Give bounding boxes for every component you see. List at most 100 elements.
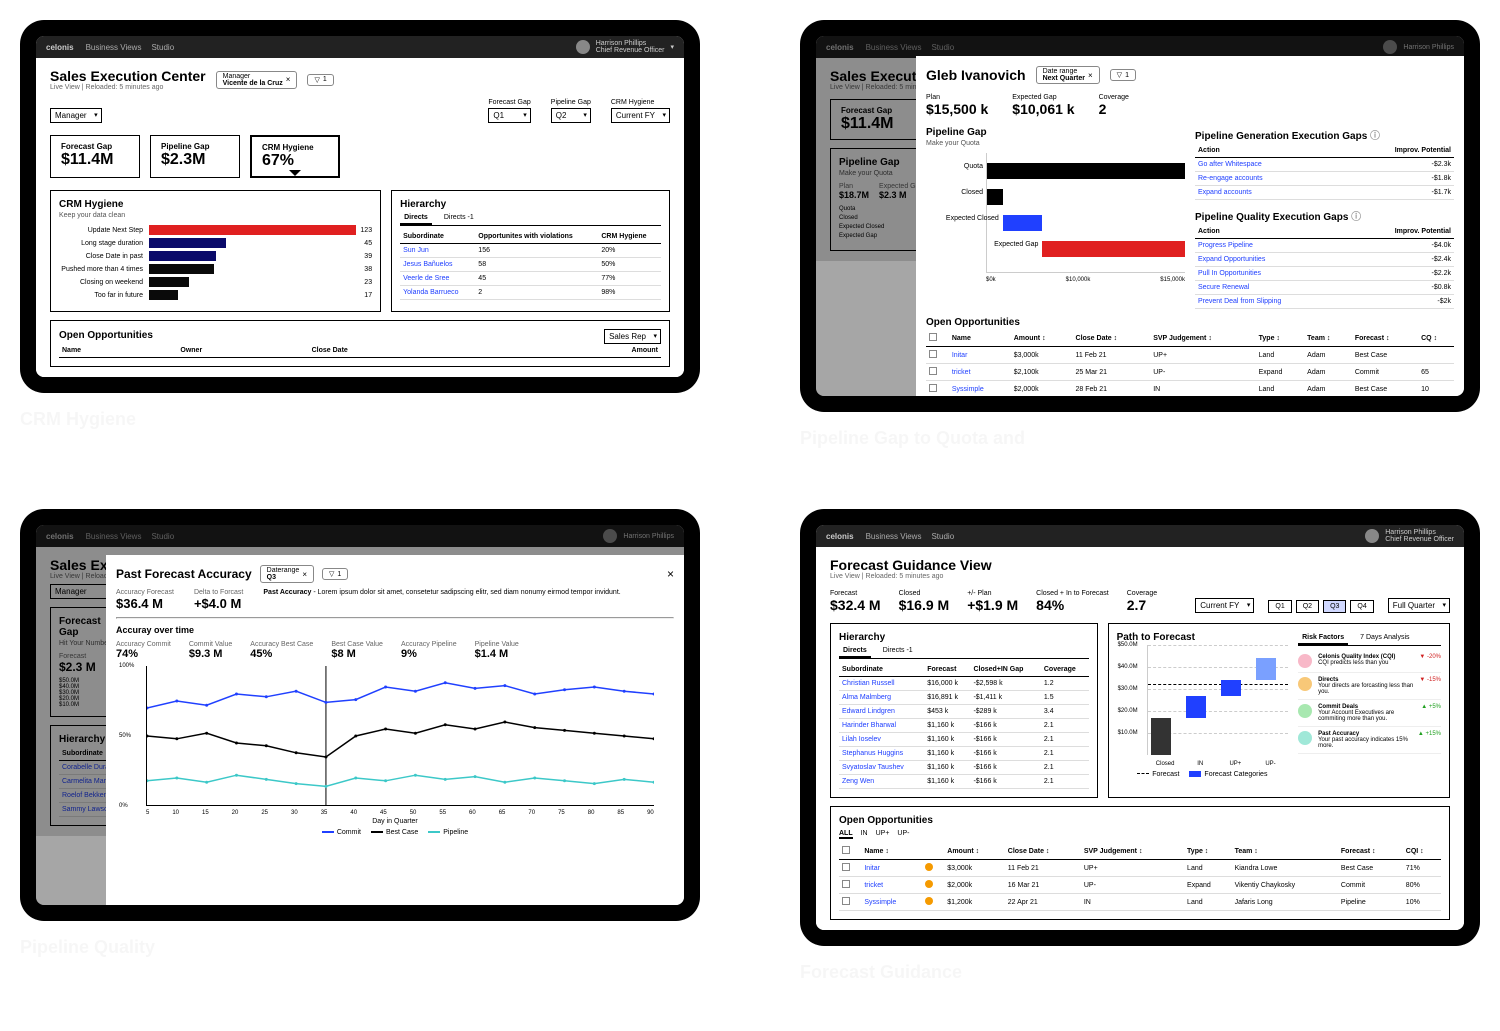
table-row[interactable]: Svyatoslav Taushev$1,160 k-$166 k2.1	[839, 761, 1089, 775]
col-header[interactable]: Forecast ↕	[1338, 843, 1403, 860]
waterfall-bar[interactable]	[1151, 718, 1171, 755]
table-row[interactable]: Go after Whitespace-$2.3k	[1195, 158, 1454, 172]
col-header[interactable]: Forecast	[924, 663, 970, 677]
table-row[interactable]: Expand Opportunities-$2.4k	[1195, 253, 1454, 267]
kpi-card[interactable]: CRM Hygiene67%	[250, 135, 340, 178]
user-menu[interactable]: Harrison PhillipsChief Revenue Officer	[1365, 529, 1454, 543]
col-header[interactable]: CQ ↕	[1418, 330, 1454, 347]
col-improv[interactable]: Improv. Potential	[1333, 144, 1454, 158]
table-row[interactable]: Initar$3,000k11 Feb 21UP+LandKiandra Low…	[839, 860, 1441, 877]
kpi-card[interactable]: Forecast Gap$11.4M	[50, 135, 140, 178]
opp-filter[interactable]: ALL	[839, 830, 853, 839]
table-row[interactable]: tricket$2,000k16 Mar 21UP-ExpandVikentiy…	[839, 877, 1441, 894]
opp-filter[interactable]: UP-	[897, 830, 909, 839]
col-header[interactable]: Amount ↕	[944, 843, 1005, 860]
table-row[interactable]: Prevent Deal from Slipping-$2k	[1195, 295, 1454, 309]
tab-risk-factors[interactable]: Risk Factors	[1298, 632, 1348, 645]
col-close-date[interactable]: Close Date	[309, 344, 508, 358]
quarter-button[interactable]: Q3	[1323, 600, 1346, 613]
nav-studio[interactable]: Studio	[151, 43, 174, 52]
col-header[interactable]: SVP Judgement ↕	[1150, 330, 1255, 347]
daterange-pill[interactable]: DaterangeQ3×	[260, 565, 314, 583]
close-icon[interactable]: ×	[286, 75, 291, 84]
col-header[interactable]: Coverage	[1041, 663, 1089, 677]
checkbox[interactable]	[929, 367, 937, 375]
crm-hygiene-select[interactable]: Current FY	[611, 108, 670, 123]
hbar-row[interactable]: Long stage duration45	[59, 238, 372, 248]
col-crm-hygiene[interactable]: CRM Hygiene	[598, 230, 661, 244]
col-improv[interactable]: Improv. Potential	[1348, 225, 1454, 239]
waterfall-bar[interactable]	[1186, 696, 1206, 718]
table-row[interactable]: Expand accounts-$1.7k	[1195, 186, 1454, 200]
risk-item[interactable]: Commit DealsYour Account Executives are …	[1298, 700, 1441, 727]
manager-filter-pill[interactable]: ManagerVicente de la Cruz ×	[216, 71, 298, 89]
col-header[interactable]: CQI ↕	[1403, 843, 1441, 860]
hbar-row[interactable]: Close Date in past39	[59, 251, 372, 261]
col-amount[interactable]: Amount	[508, 344, 661, 358]
risk-item[interactable]: DirectsYour directs are forcasting less …	[1298, 673, 1441, 700]
kpi-card[interactable]: Pipeline Gap$2.3M	[150, 135, 240, 178]
close-button[interactable]: ×	[667, 567, 674, 581]
role-select[interactable]: Manager	[50, 108, 102, 123]
col-action[interactable]: Action	[1195, 225, 1348, 239]
forecast-gap-select[interactable]: Q1	[488, 108, 530, 123]
checkbox[interactable]	[929, 384, 937, 392]
table-row[interactable]: Veerle de Sree4577%	[400, 272, 661, 286]
hbar-row[interactable]: Closing on weekend23	[59, 277, 372, 287]
open-opps-sort-select[interactable]: Sales Rep	[604, 329, 661, 344]
info-icon[interactable]: ⓘ	[1370, 131, 1380, 142]
col-header[interactable]	[839, 843, 861, 860]
col-header[interactable]: SVP Judgement ↕	[1081, 843, 1184, 860]
col-header[interactable]: Close Date ↕	[1073, 330, 1151, 347]
table-row[interactable]: Edward Lindgren$453 k-$289 k3.4	[839, 705, 1089, 719]
waterfall-bar[interactable]	[1256, 658, 1276, 680]
table-row[interactable]: Syssimple$2,000k28 Feb 21INLandAdamBest …	[926, 381, 1454, 397]
col-header[interactable]: Close Date ↕	[1005, 843, 1081, 860]
nav-business-views[interactable]: Business Views	[86, 43, 142, 52]
col-name[interactable]: Name	[59, 344, 177, 358]
table-row[interactable]: Yolanda Barrueco298%	[400, 286, 661, 300]
col-header[interactable]: Type ↕	[1184, 843, 1232, 860]
table-row[interactable]: Progress Pipeline-$4.0k	[1195, 239, 1454, 253]
checkbox[interactable]	[842, 863, 850, 871]
checkbox[interactable]	[929, 350, 937, 358]
full-quarter-select[interactable]: Full Quarter	[1388, 598, 1450, 613]
hbar-row[interactable]: Update Next Step123	[59, 225, 372, 235]
col-header[interactable]	[922, 843, 944, 860]
col-header[interactable]: Name	[949, 330, 1011, 347]
col-owner[interactable]: Owner	[177, 344, 308, 358]
opp-filter[interactable]: UP+	[876, 830, 890, 839]
col-violations[interactable]: Opportunites with violations	[475, 230, 598, 244]
risk-item[interactable]: Past AccuracyYour past accuracy indicate…	[1298, 727, 1441, 754]
table-row[interactable]: Alma Malmberg$16,891 k-$1,411 k1.5	[839, 691, 1089, 705]
col-subordinate[interactable]: Subordinate	[400, 230, 475, 244]
col-header[interactable]	[926, 330, 949, 347]
table-row[interactable]: Re-engage accounts-$1.8k	[1195, 172, 1454, 186]
col-header[interactable]: Name ↕	[861, 843, 922, 860]
col-header[interactable]: Amount ↕	[1011, 330, 1073, 347]
tab-directs-1[interactable]: Directs -1	[440, 212, 478, 225]
filter-count-pill[interactable]: ▽ 1	[307, 74, 333, 86]
nav-business-views[interactable]: Business Views	[866, 532, 922, 541]
table-row[interactable]: Christian Russell$16,000 k-$2,598 k1.2	[839, 677, 1089, 691]
filter-count-pill[interactable]: ▽ 1	[1110, 69, 1136, 81]
col-action[interactable]: Action	[1195, 144, 1333, 158]
nav-studio[interactable]: Studio	[931, 532, 954, 541]
filter-count-pill[interactable]: ▽ 1	[322, 568, 348, 580]
col-header[interactable]: Closed+IN Gap	[970, 663, 1040, 677]
quarter-button[interactable]: Q1	[1268, 600, 1291, 613]
opp-filter[interactable]: IN	[861, 830, 868, 839]
hbar-row[interactable]: Too far in future17	[59, 290, 372, 300]
col-header[interactable]: Subordinate	[839, 663, 924, 677]
checkbox[interactable]	[842, 880, 850, 888]
tab-directs-1[interactable]: Directs -1	[879, 645, 917, 658]
info-icon[interactable]: ⓘ	[1351, 212, 1361, 223]
tab-directs[interactable]: Directs	[400, 212, 432, 225]
table-row[interactable]: Lilah Ioselev$1,160 k-$166 k2.1	[839, 733, 1089, 747]
tab-7-days[interactable]: 7 Days Analysis	[1356, 632, 1413, 645]
table-row[interactable]: Stephanus Huggins$1,160 k-$166 k2.1	[839, 747, 1089, 761]
daterange-pill[interactable]: Date rangeNext Quarter×	[1036, 66, 1100, 84]
table-row[interactable]: Harinder Bharwal$1,160 k-$166 k2.1	[839, 719, 1089, 733]
fy-select[interactable]: Current FY	[1195, 598, 1254, 613]
col-header[interactable]: Team ↕	[1232, 843, 1338, 860]
